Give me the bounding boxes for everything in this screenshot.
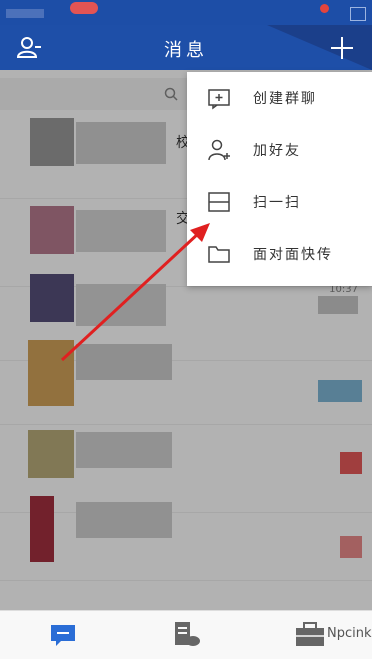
watermark: Npcink xyxy=(327,626,372,641)
menu-item-label: 加好友 xyxy=(253,143,301,159)
menu-item-label: 面对面快传 xyxy=(253,247,333,263)
menu-item-label: 创建群聊 xyxy=(253,91,317,107)
carrier-indicator xyxy=(6,9,44,18)
notification-dot xyxy=(320,4,329,13)
plus-icon[interactable] xyxy=(328,34,356,62)
battery-icon xyxy=(350,7,366,21)
menu-item-scan[interactable]: 扫一扫 xyxy=(187,176,372,228)
add-friend-icon xyxy=(208,139,230,161)
app-header: 消息 xyxy=(0,25,372,70)
briefcase-icon[interactable] xyxy=(294,619,326,649)
add-group-chat-icon xyxy=(208,89,230,110)
chat-icon[interactable] xyxy=(48,619,80,649)
menu-item-label: 扫一扫 xyxy=(253,195,301,211)
unread-badge xyxy=(70,2,98,14)
menu-item-add-friend[interactable]: 加好友 xyxy=(187,124,372,176)
add-menu-popup: 创建群聊 加好友 扫一扫 面对面快传 xyxy=(187,72,372,286)
scan-icon xyxy=(208,192,230,212)
status-bar xyxy=(0,0,372,25)
menu-item-face-to-face[interactable]: 面对面快传 xyxy=(187,228,372,280)
page-title: 消息 xyxy=(164,40,208,61)
document-cloud-icon[interactable] xyxy=(170,619,202,649)
bottom-nav xyxy=(0,610,372,659)
menu-item-create-group[interactable]: 创建群聊 xyxy=(187,72,372,124)
folder-icon xyxy=(208,246,230,263)
